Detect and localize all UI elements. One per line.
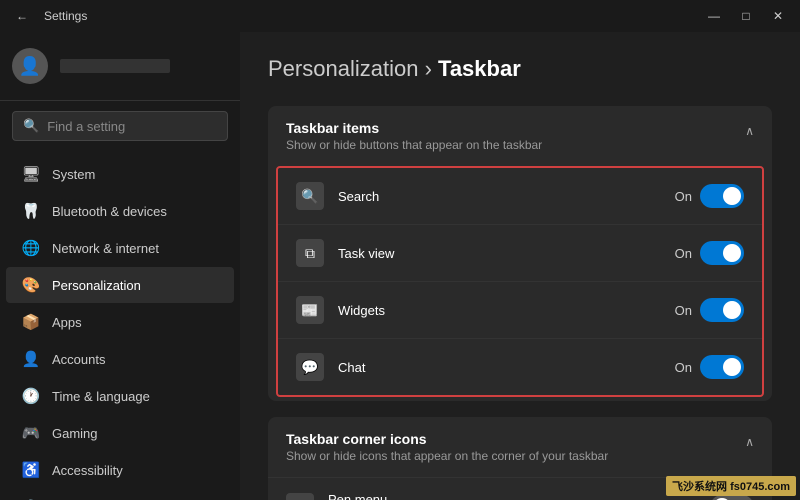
search-input[interactable] bbox=[47, 119, 223, 134]
breadcrumb-parent: Personalization bbox=[268, 56, 418, 81]
main-content: Personalization › Taskbar Taskbar items … bbox=[240, 32, 800, 500]
user-section: 👤 bbox=[0, 32, 240, 101]
taskview-control: On bbox=[675, 241, 744, 265]
sidebar-item-gaming[interactable]: 🎮 Gaming bbox=[6, 415, 234, 451]
taskbar-items-subtitle: Show or hide buttons that appear on the … bbox=[286, 138, 542, 152]
back-button[interactable]: ← bbox=[8, 6, 36, 26]
sidebar-item-label-system: System bbox=[52, 167, 95, 182]
sidebar-item-label-network: Network & internet bbox=[52, 241, 159, 256]
section-corner-title-info: Taskbar corner icons Show or hide icons … bbox=[286, 431, 608, 463]
sidebar-item-system[interactable]: 🖥 System bbox=[6, 156, 234, 192]
taskview-toggle-thumb bbox=[723, 244, 741, 262]
taskbar-items-header[interactable]: Taskbar items Show or hide buttons that … bbox=[268, 106, 772, 166]
taskbar-item-taskview: ⧉ Task view On bbox=[278, 224, 762, 281]
taskview-info: Task view bbox=[338, 246, 675, 261]
personalization-icon: 🎨 bbox=[22, 276, 40, 294]
sidebar-item-bluetooth[interactable]: 🦷 Bluetooth & devices bbox=[6, 193, 234, 229]
sidebar-item-label-accounts: Accounts bbox=[52, 352, 105, 367]
section-title-info: Taskbar items Show or hide buttons that … bbox=[286, 120, 542, 152]
close-button[interactable]: ✕ bbox=[764, 6, 792, 26]
taskbar-item-widgets: 📰 Widgets On bbox=[278, 281, 762, 338]
watermark: 飞沙系统网 fs0745.com bbox=[666, 476, 796, 496]
bluetooth-icon: 🦷 bbox=[22, 202, 40, 220]
apps-icon: 📦 bbox=[22, 313, 40, 331]
maximize-button[interactable]: □ bbox=[732, 6, 760, 26]
widgets-toggle-thumb bbox=[723, 301, 741, 319]
time-icon: 🕐 bbox=[22, 387, 40, 405]
chat-name: Chat bbox=[338, 360, 675, 375]
search-name: Search bbox=[338, 189, 675, 204]
sidebar-item-apps[interactable]: 📦 Apps bbox=[6, 304, 234, 340]
taskbar-items-title: Taskbar items bbox=[286, 120, 542, 136]
app-title: Settings bbox=[44, 9, 87, 23]
sidebar-item-label-time: Time & language bbox=[52, 389, 150, 404]
search-info: Search bbox=[338, 189, 675, 204]
taskbar-item-search: 🔍 Search On bbox=[278, 168, 762, 224]
corner-chevron-up-icon: ∧ bbox=[745, 435, 754, 449]
search-box[interactable]: 🔍 bbox=[12, 111, 228, 141]
widgets-name: Widgets bbox=[338, 303, 675, 318]
sidebar-item-accounts[interactable]: 👤 Accounts bbox=[6, 341, 234, 377]
sidebar-item-label-bluetooth: Bluetooth & devices bbox=[52, 204, 167, 219]
gaming-icon: 🎮 bbox=[22, 424, 40, 442]
chat-icon: 💬 bbox=[296, 353, 324, 381]
taskbar-item-chat: 💬 Chat On bbox=[278, 338, 762, 395]
sidebar-item-label-apps: Apps bbox=[52, 315, 82, 330]
avatar: 👤 bbox=[12, 48, 48, 84]
taskbar-corner-header[interactable]: Taskbar corner icons Show or hide icons … bbox=[268, 417, 772, 477]
widgets-control: On bbox=[675, 298, 744, 322]
chat-status: On bbox=[675, 360, 692, 375]
widgets-status: On bbox=[675, 303, 692, 318]
pen-name: Pen menu bbox=[328, 492, 685, 500]
taskbar-corner-title: Taskbar corner icons bbox=[286, 431, 608, 447]
nav-items: 🖥 System 🦷 Bluetooth & devices 🌐 Network… bbox=[0, 151, 240, 500]
sidebar-item-label-personalization: Personalization bbox=[52, 278, 141, 293]
taskbar-items-section: Taskbar items Show or hide buttons that … bbox=[268, 106, 772, 401]
search-toggle-thumb bbox=[723, 187, 741, 205]
search-icon: 🔍 bbox=[296, 182, 324, 210]
taskview-icon: ⧉ bbox=[296, 239, 324, 267]
title-bar: ← Settings — □ ✕ bbox=[0, 0, 800, 32]
network-icon: 🌐 bbox=[22, 239, 40, 257]
sidebar-item-personalization[interactable]: 🎨 Personalization bbox=[6, 267, 234, 303]
search-toggle[interactable] bbox=[700, 184, 744, 208]
taskview-name: Task view bbox=[338, 246, 675, 261]
breadcrumb: Personalization › Taskbar bbox=[268, 56, 772, 82]
widgets-icon: 📰 bbox=[296, 296, 324, 324]
page-header: Personalization › Taskbar bbox=[268, 56, 772, 82]
breadcrumb-current: Taskbar bbox=[438, 56, 521, 81]
widgets-toggle[interactable] bbox=[700, 298, 744, 322]
chat-toggle[interactable] bbox=[700, 355, 744, 379]
chat-control: On bbox=[675, 355, 744, 379]
sidebar-item-label-gaming: Gaming bbox=[52, 426, 98, 441]
pen-icon: ✏ bbox=[286, 493, 314, 500]
accessibility-icon: ♿ bbox=[22, 461, 40, 479]
taskbar-items-group: 🔍 Search On ⧉ Task view On 📰 bbox=[276, 166, 764, 397]
pen-info: Pen menu Show pen menu icon when pen is … bbox=[328, 492, 685, 500]
sidebar-item-time[interactable]: 🕐 Time & language bbox=[6, 378, 234, 414]
breadcrumb-separator: › bbox=[425, 56, 438, 81]
sidebar-item-label-accessibility: Accessibility bbox=[52, 463, 123, 478]
titlebar-left: ← Settings bbox=[8, 6, 87, 26]
system-icon: 🖥 bbox=[22, 165, 40, 183]
minimize-button[interactable]: — bbox=[700, 6, 728, 26]
chat-info: Chat bbox=[338, 360, 675, 375]
taskview-toggle[interactable] bbox=[700, 241, 744, 265]
user-name bbox=[60, 59, 170, 73]
search-control: On bbox=[675, 184, 744, 208]
taskbar-corner-subtitle: Show or hide icons that appear on the co… bbox=[286, 449, 608, 463]
search-icon: 🔍 bbox=[23, 118, 39, 134]
sidebar-item-privacy[interactable]: 🔒 Privacy & security bbox=[6, 489, 234, 500]
chat-toggle-thumb bbox=[723, 358, 741, 376]
app-body: 👤 🔍 🖥 System 🦷 Bluetooth & devices 🌐 Net… bbox=[0, 32, 800, 500]
sidebar-item-network[interactable]: 🌐 Network & internet bbox=[6, 230, 234, 266]
accounts-icon: 👤 bbox=[22, 350, 40, 368]
widgets-info: Widgets bbox=[338, 303, 675, 318]
chevron-up-icon: ∧ bbox=[745, 124, 754, 138]
taskview-status: On bbox=[675, 246, 692, 261]
window-controls: — □ ✕ bbox=[700, 6, 792, 26]
sidebar: 👤 🔍 🖥 System 🦷 Bluetooth & devices 🌐 Net… bbox=[0, 32, 240, 500]
sidebar-item-accessibility[interactable]: ♿ Accessibility bbox=[6, 452, 234, 488]
search-status: On bbox=[675, 189, 692, 204]
